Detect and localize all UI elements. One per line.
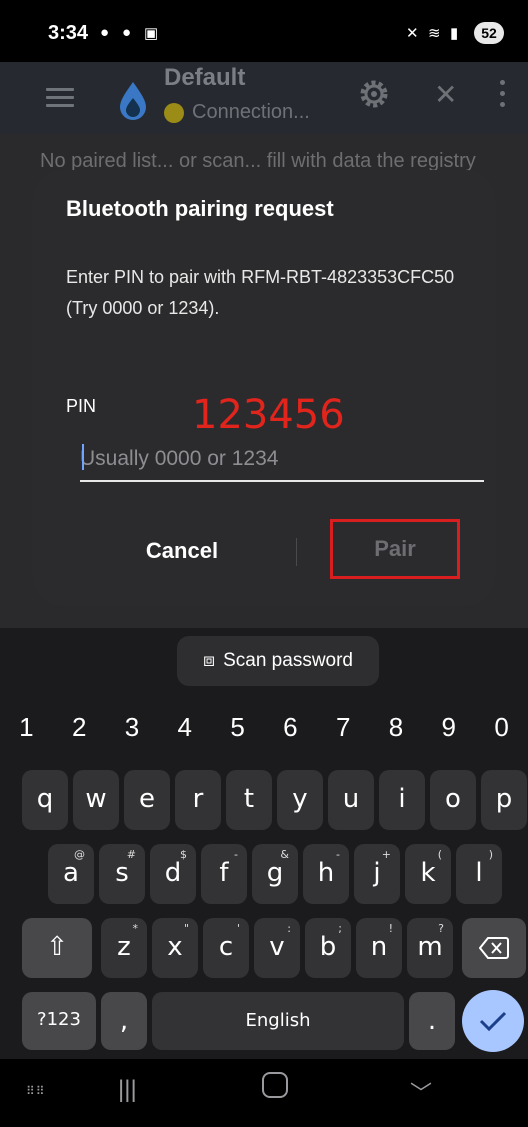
key-h[interactable]: -h bbox=[303, 844, 349, 904]
key-1[interactable]: 1 bbox=[0, 702, 52, 752]
pin-label: PIN bbox=[66, 396, 97, 416]
key-7[interactable]: 7 bbox=[317, 702, 369, 752]
cancel-button[interactable]: Cancel bbox=[118, 530, 246, 572]
keyboard-hide-icon[interactable]: ⠿⠿ bbox=[26, 1084, 46, 1098]
shift-key[interactable]: ⇧ bbox=[22, 918, 92, 978]
key-m[interactable]: ? m bbox=[407, 918, 453, 978]
mute-icon: ✕ bbox=[406, 25, 419, 42]
key-d[interactable]: $ d bbox=[150, 844, 196, 904]
text-caret bbox=[82, 444, 84, 470]
gear-icon[interactable] bbox=[358, 78, 390, 110]
key-q[interactable]: q bbox=[22, 770, 68, 830]
status-time: 3:34 bbox=[48, 22, 89, 44]
shift-icon: ⇧ bbox=[46, 932, 68, 962]
key-5[interactable]: 5 bbox=[212, 702, 264, 752]
key-x[interactable]: " x bbox=[152, 918, 198, 978]
key-o[interactable]: o bbox=[430, 770, 476, 830]
key-b[interactable]: ; b bbox=[305, 918, 351, 978]
key-i[interactable]: i bbox=[379, 770, 425, 830]
key-k[interactable]: (k bbox=[405, 844, 451, 904]
space-key[interactable]: English bbox=[152, 992, 404, 1050]
key-v[interactable]: :v bbox=[254, 918, 300, 978]
backspace-key[interactable] bbox=[462, 918, 526, 978]
key-6[interactable]: 6 bbox=[264, 702, 316, 752]
status-bar: 3:34 ● ● ▣ ✕ ≋ ▮ 52 bbox=[0, 0, 528, 62]
checkmark-icon bbox=[479, 1011, 507, 1032]
key-a[interactable]: @ a bbox=[48, 844, 94, 904]
key-p[interactable]: p bbox=[481, 770, 527, 830]
dialog-message: Enter PIN to pair with RFM-RBT-4823353CF… bbox=[66, 267, 455, 318]
button-divider bbox=[296, 538, 297, 566]
key-j[interactable]: + j bbox=[354, 844, 400, 904]
home-icon[interactable] bbox=[262, 1072, 288, 1098]
key-n[interactable]: ! n bbox=[356, 918, 402, 978]
key-z[interactable]: * z bbox=[101, 918, 147, 978]
pin-annotation: 123456 bbox=[192, 392, 345, 438]
key-s[interactable]: # s bbox=[99, 844, 145, 904]
key-e[interactable]: e bbox=[124, 770, 170, 830]
key-c[interactable]: ' c bbox=[203, 918, 249, 978]
key-w[interactable]: w bbox=[73, 770, 119, 830]
location-icon: ● bbox=[100, 24, 110, 41]
recents-icon[interactable]: ||| bbox=[118, 1076, 137, 1104]
scan-password-label: Scan password bbox=[223, 650, 353, 671]
key-l[interactable]: ) l bbox=[456, 844, 502, 904]
key-f[interactable]: -f bbox=[201, 844, 247, 904]
wifi-icon: ≋ bbox=[428, 25, 441, 42]
connection-status-dot bbox=[164, 103, 184, 123]
back-icon[interactable]: ﹀ bbox=[410, 1076, 432, 1108]
signal-icon: ▮ bbox=[450, 25, 459, 42]
pair-button[interactable]: Pair bbox=[330, 519, 460, 579]
key-y[interactable]: y bbox=[277, 770, 323, 830]
app-title: Default bbox=[164, 64, 246, 91]
symbols-key[interactable]: ?123 bbox=[22, 992, 96, 1050]
key-u[interactable]: u bbox=[328, 770, 374, 830]
battery-indicator: 52 bbox=[474, 22, 504, 44]
key-3[interactable]: 3 bbox=[106, 702, 158, 752]
backspace-icon bbox=[478, 937, 509, 959]
key-2[interactable]: 2 bbox=[53, 702, 105, 752]
number-row: 1 2 3 4 5 6 7 8 9 0 bbox=[0, 702, 528, 752]
more-options-icon[interactable] bbox=[500, 80, 506, 110]
app-logo-icon bbox=[120, 82, 146, 120]
key-g[interactable]: & g bbox=[252, 844, 298, 904]
scan-icon: ⧈ bbox=[203, 650, 216, 671]
comma-key[interactable]: , bbox=[101, 992, 147, 1050]
screenshot-icon: ▣ bbox=[144, 25, 159, 42]
menu-icon[interactable] bbox=[46, 88, 74, 107]
pin-input[interactable] bbox=[80, 438, 484, 482]
key-t[interactable]: t bbox=[226, 770, 272, 830]
key-8[interactable]: 8 bbox=[370, 702, 422, 752]
done-key[interactable] bbox=[462, 990, 524, 1052]
dialog-title: Bluetooth pairing request bbox=[66, 196, 334, 221]
app-subtitle: Connection... bbox=[192, 101, 310, 123]
scan-password-button[interactable]: ⧈ Scan password bbox=[177, 636, 379, 686]
key-r[interactable]: r bbox=[175, 770, 221, 830]
key-9[interactable]: 9 bbox=[423, 702, 475, 752]
key-0[interactable]: 0 bbox=[476, 702, 528, 752]
close-icon[interactable]: ✕ bbox=[434, 78, 457, 111]
period-key[interactable]: . bbox=[409, 992, 455, 1050]
key-4[interactable]: 4 bbox=[159, 702, 211, 752]
location-icon: ● bbox=[122, 24, 132, 41]
